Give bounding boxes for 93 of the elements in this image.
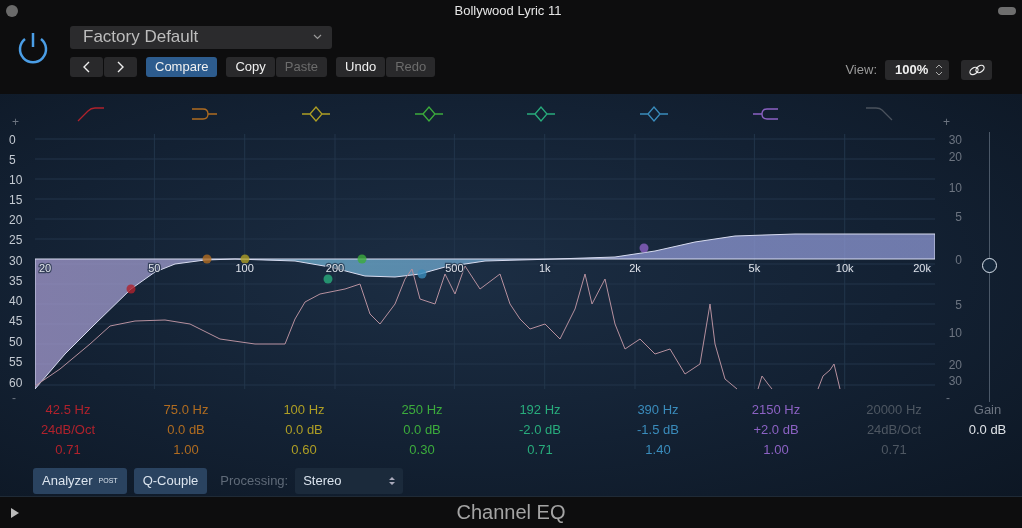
filter-shape-icon[interactable]: [413, 105, 444, 122]
scale-label: 55: [9, 354, 23, 369]
scale-label: 10: [9, 172, 23, 187]
stepper-arrows-icon: [935, 63, 943, 76]
band-gain[interactable]: +2.0 dB: [753, 421, 799, 438]
scale-label: 50: [9, 334, 23, 349]
stepper-arrows-icon: [389, 475, 396, 486]
scale-label: 20: [948, 149, 962, 164]
toolbar-button[interactable]: Copy: [226, 56, 275, 77]
band-node[interactable]: [126, 284, 136, 294]
filter-shape-icon[interactable]: [526, 105, 557, 122]
band-frequency[interactable]: 192 Hz: [519, 401, 561, 418]
frequency-label: 2k: [629, 261, 641, 274]
plugin-title: Channel EQ: [455, 501, 567, 525]
scale-label: 45: [9, 313, 23, 328]
scale-label: 0: [955, 252, 962, 267]
band-gain[interactable]: 0.0 dB: [285, 421, 323, 438]
scale-label: 5: [955, 297, 962, 312]
preset-dropdown[interactable]: Factory Default: [70, 25, 332, 49]
next-button[interactable]: [104, 56, 137, 77]
band-frequency[interactable]: 390 Hz: [637, 401, 679, 418]
band-gain[interactable]: 0.0 dB: [403, 421, 441, 438]
band-frequency[interactable]: 2150 Hz: [751, 401, 801, 418]
frequency-label: 1k: [538, 261, 551, 274]
scale-label: -: [12, 390, 16, 405]
band-node[interactable]: [202, 254, 212, 264]
scale-label: 35: [9, 273, 23, 288]
scale-label: -: [946, 390, 950, 405]
scale-label: +: [12, 114, 19, 129]
chevron-right-icon: [117, 60, 124, 73]
window-title: Bollywood Lyric 11: [454, 3, 562, 19]
band-node[interactable]: [240, 254, 250, 264]
scale-label: 0: [9, 132, 16, 147]
q-couple-button[interactable]: Q-Couple: [133, 467, 208, 494]
gain-value[interactable]: 0.0 dB: [968, 421, 1007, 438]
band-gain[interactable]: -2.0 dB: [519, 421, 561, 438]
band-gain[interactable]: -1.5 dB: [637, 421, 679, 438]
scale-label: 10: [948, 180, 962, 195]
band-node[interactable]: [323, 274, 333, 284]
close-button[interactable]: [6, 4, 18, 17]
band-q[interactable]: 0.71: [527, 441, 553, 458]
processing-label: Processing:: [220, 473, 289, 489]
band-node[interactable]: [639, 243, 649, 253]
band-frequency[interactable]: 100 Hz: [283, 401, 325, 418]
previous-button[interactable]: [70, 56, 103, 77]
scale-label: 15: [9, 192, 23, 207]
chevron-left-icon: [83, 60, 90, 73]
band-q[interactable]: 1.40: [645, 441, 671, 458]
scale-label: 20: [9, 212, 23, 227]
filter-shape-icon[interactable]: [301, 105, 332, 122]
eq-curve[interactable]: [35, 233, 935, 390]
filter-shape-icon[interactable]: [638, 105, 669, 122]
link-icon: [967, 63, 986, 76]
frequency-label: 100: [235, 261, 254, 274]
scale-label: 5: [9, 152, 16, 167]
processing-select[interactable]: Stereo: [295, 467, 404, 494]
band-q[interactable]: 1.00: [763, 441, 789, 458]
gain-slider-knob[interactable]: [982, 258, 997, 274]
frequency-label: 20: [39, 261, 52, 274]
band-frequency[interactable]: 75.0 Hz: [163, 401, 209, 418]
band-q[interactable]: 0.30: [409, 441, 435, 458]
band-q[interactable]: 1.00: [173, 441, 199, 458]
band-node[interactable]: [357, 254, 367, 264]
chevron-down-icon: [313, 34, 322, 41]
filter-shape-icon[interactable]: [76, 105, 107, 122]
scale-label: 20: [948, 357, 962, 372]
frequency-label: 10k: [835, 261, 854, 274]
scale-label: 25: [9, 232, 23, 247]
scale-label: 10: [948, 325, 962, 340]
scale-label: 30: [9, 253, 23, 268]
play-icon[interactable]: [10, 506, 20, 519]
analyzer-line: [817, 363, 841, 390]
view-label: View:: [845, 62, 877, 78]
gain-label: Gain: [973, 401, 1002, 418]
analyzer-line: [757, 375, 773, 390]
band-node[interactable]: [417, 269, 427, 279]
toolbar-button[interactable]: Compare: [146, 56, 218, 77]
frequency-label: 5k: [748, 261, 761, 274]
frequency-label: 20k: [913, 261, 931, 274]
scale-label: +: [943, 114, 950, 129]
link-button[interactable]: [961, 59, 992, 80]
scale-label: 60: [9, 375, 23, 390]
scale-label: 5: [955, 209, 962, 224]
scale-label: 30: [948, 373, 962, 388]
zoom-stepper[interactable]: 100%: [885, 59, 949, 80]
toolbar-button[interactable]: Undo: [336, 56, 386, 77]
scale-label: 40: [9, 293, 23, 308]
band-q[interactable]: 0.60: [291, 441, 317, 458]
band-frequency[interactable]: 250 Hz: [401, 401, 443, 418]
toolbar-toggle-button[interactable]: [998, 6, 1016, 15]
band-gain[interactable]: 0.0 dB: [167, 421, 205, 438]
scale-label: 30: [948, 132, 962, 147]
frequency-label: 50: [148, 261, 161, 274]
